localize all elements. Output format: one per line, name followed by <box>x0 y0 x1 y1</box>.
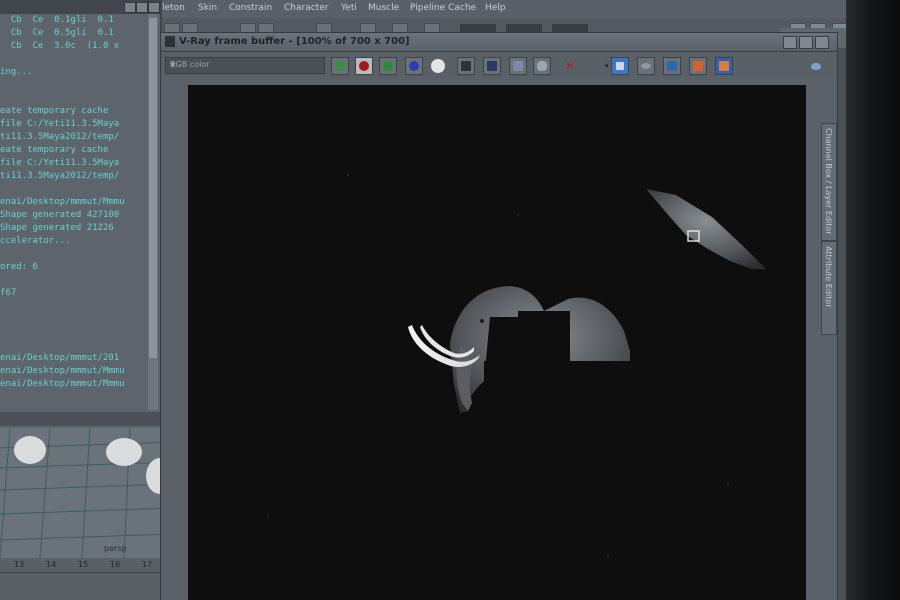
chevron-down-icon: ▼ <box>170 61 176 69</box>
clear-image-icon[interactable] <box>533 57 551 75</box>
scrollbar-thumb[interactable] <box>149 18 157 358</box>
menu-item-constrain[interactable]: Constrain <box>229 3 272 13</box>
script-output-line: Cb Ce 3.0c (1.0 x <box>0 41 120 51</box>
script-editor-footer <box>0 412 160 426</box>
timeline-frame-label: 16 <box>110 560 121 569</box>
close-icon[interactable] <box>815 36 829 49</box>
script-output-line <box>0 339 146 352</box>
timeline-frame-label: 15 <box>78 560 89 569</box>
time-slider-ticks: 13 14 15 16 17 <box>0 558 176 573</box>
save-image-icon[interactable] <box>483 57 501 75</box>
perspective-viewport[interactable]: persp <box>0 428 172 558</box>
timeline-frame-label: 17 <box>142 560 153 569</box>
monitor-bezel <box>846 0 900 600</box>
tab-attribute-editor-label: Attribute Editor <box>824 246 833 308</box>
vfb-toolbar: RGB color ▼ ✕ ◂ <box>161 52 837 78</box>
close-x-icon[interactable]: ✕ <box>561 57 579 75</box>
script-output-line <box>0 326 146 339</box>
alpha-channel-icon[interactable] <box>429 57 447 75</box>
menu-item-muscle[interactable]: Muscle <box>368 3 399 13</box>
channel-dropdown[interactable]: RGB color ▼ <box>165 57 325 74</box>
menu-item-yeti[interactable]: Yeti <box>341 3 357 13</box>
script-output-line: enai/Desktop/mmmut/Mmmu <box>0 197 125 207</box>
menu-item-help[interactable]: Help <box>485 3 506 13</box>
mammoth-leg-shape <box>106 438 142 466</box>
script-output-line <box>0 79 146 92</box>
script-output-line: ored: 6 <box>0 262 38 272</box>
script-editor-window: Cb Ce 0.1gli 0.1 Cb Ce 0.5gli 0.1 Cb Ce … <box>0 0 162 428</box>
script-output-line <box>0 92 146 105</box>
script-output-line: ccelerator... <box>0 236 71 246</box>
tab-attribute-editor[interactable]: Attribute Editor <box>821 241 837 335</box>
timeline-frame-label: 13 <box>14 560 25 569</box>
rgb-channels-icon[interactable] <box>331 57 349 75</box>
monochrome-icon[interactable] <box>457 57 475 75</box>
script-output-line: file C:/Yeti11.3.5Maya <box>0 119 120 129</box>
script-output-line: file C:/Yeti11.3.5Maya <box>0 158 120 168</box>
viewport-grid <box>0 428 172 558</box>
monitor-screen: leton Skin Constrain Character Yeti Musc… <box>0 0 860 600</box>
region-render-icon[interactable] <box>637 57 655 75</box>
track-mouse-icon[interactable] <box>611 57 629 75</box>
rendered-image <box>267 174 766 556</box>
script-output-line <box>0 274 146 287</box>
render-bucket-fragment <box>646 189 766 269</box>
maximize-icon[interactable] <box>799 36 813 49</box>
load-image-icon[interactable] <box>509 57 527 75</box>
close-icon[interactable] <box>148 2 160 13</box>
render-image-area[interactable] <box>188 85 806 600</box>
menu-item-skeleton[interactable]: leton <box>162 3 185 13</box>
vfb-window-title: V-Ray frame buffer - [100% of 700 x 700] <box>179 36 410 47</box>
script-output-line: enai/Desktop/mmmut/Mmmu <box>0 366 125 376</box>
script-output[interactable]: Cb Ce 0.1gli 0.1 Cb Ce 0.5gli 0.1 Cb Ce … <box>0 14 146 410</box>
script-scrollbar[interactable] <box>148 14 158 410</box>
script-output-line <box>0 248 146 261</box>
tab-channel-box[interactable]: Channel Box / Layer Editor <box>821 123 837 241</box>
script-output-line: Shape generated 427100 <box>0 210 120 220</box>
script-output-line <box>0 53 146 66</box>
green-channel-icon[interactable] <box>379 57 397 75</box>
link-to-3d-icon[interactable] <box>663 57 681 75</box>
script-output-line <box>0 183 146 196</box>
time-slider[interactable]: 13 14 15 16 17 <box>0 558 176 600</box>
timeline-frame-label: 14 <box>46 560 57 569</box>
vray-frame-buffer-window: V-Ray frame buffer - [100% of 700 x 700]… <box>160 32 838 600</box>
render-icon[interactable] <box>689 57 707 75</box>
script-output-line: eate temporary cache <box>0 106 109 116</box>
minimize-icon[interactable] <box>783 36 797 49</box>
blue-channel-icon[interactable] <box>405 57 423 75</box>
red-channel-icon[interactable] <box>355 57 373 75</box>
script-output-line: Cb Ce 0.1gli 0.1 <box>0 15 114 25</box>
vfb-titlebar: V-Ray frame buffer - [100% of 700 x 700] <box>161 33 837 52</box>
minimize-icon[interactable] <box>124 2 136 13</box>
script-output-line: eate temporary cache <box>0 145 109 155</box>
script-editor-titlebar <box>0 0 160 14</box>
script-output-line: Shape generated 21226 <box>0 223 114 233</box>
menu-item-skin[interactable]: Skin <box>198 3 217 13</box>
vray-app-icon <box>165 36 175 47</box>
tab-channel-box-label: Channel Box / Layer Editor <box>824 128 833 235</box>
script-output-line: enai/Desktop/mmmut/Mmmu <box>0 379 125 389</box>
script-output-line: ti11.3.5Maya2012/temp/ <box>0 171 120 181</box>
script-output-line: ti11.3.5Maya2012/temp/ <box>0 132 120 142</box>
maximize-icon[interactable] <box>136 2 148 13</box>
menu-item-character[interactable]: Character <box>284 3 328 13</box>
side-tab-strip: Channel Box / Layer Editor Attribute Edi… <box>821 123 837 363</box>
mammoth-render <box>408 286 632 413</box>
script-output-line: f67 <box>0 288 17 298</box>
stop-render-icon[interactable] <box>807 57 825 75</box>
script-output-line <box>0 300 146 313</box>
menu-item-pipeline-cache[interactable]: Pipeline Cache <box>410 3 476 13</box>
script-output-line: enai/Desktop/mmmut/201 <box>0 353 120 363</box>
mammoth-leg-shape <box>14 436 46 464</box>
script-output-line <box>0 313 146 326</box>
script-output-line: ing... <box>0 67 33 77</box>
script-output-line: Cb Ce 0.5gli 0.1 <box>0 28 114 38</box>
lens-effects-icon[interactable] <box>715 57 733 75</box>
viewport-camera-label: persp <box>104 544 127 553</box>
